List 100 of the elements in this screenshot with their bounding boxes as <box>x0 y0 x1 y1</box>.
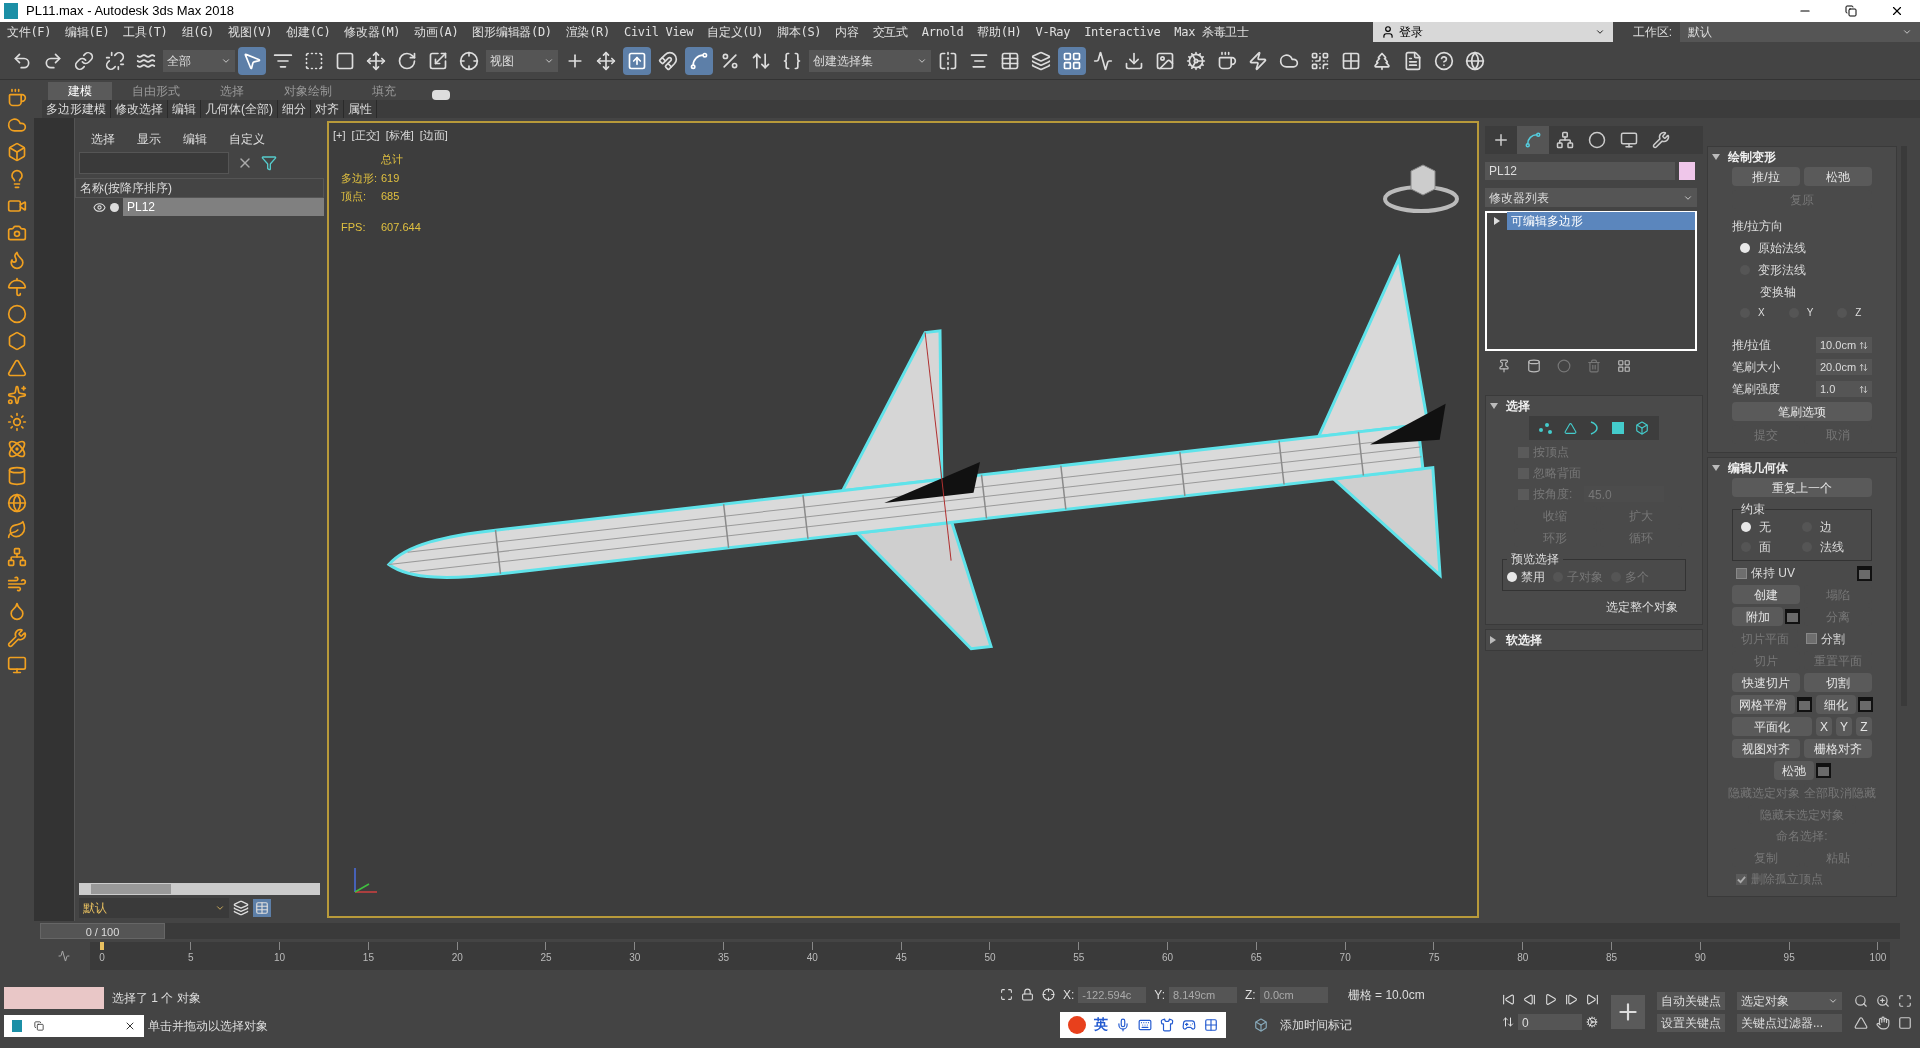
menu-item[interactable]: 编辑(E) <box>58 23 117 41</box>
ribbon-tab[interactable]: 对象绘制 <box>264 82 352 100</box>
settings-icon[interactable] <box>1797 697 1812 712</box>
freeze-icon[interactable] <box>110 202 119 212</box>
radio-button[interactable] <box>1741 522 1751 532</box>
menu-item[interactable]: 修改器(M) <box>337 23 408 41</box>
menu-item[interactable]: 自定义(U) <box>700 23 771 41</box>
menu-item[interactable]: 工具(T) <box>116 23 175 41</box>
spinner-field[interactable]: 1.0 <box>1816 381 1872 397</box>
ime-language[interactable]: 英 <box>1094 1014 1108 1035</box>
toolbar-dropdown[interactable]: 创建选择集 <box>809 49 931 72</box>
viewport-label[interactable]: [标准] <box>385 127 414 144</box>
panel-button[interactable]: 视图对齐 <box>1732 739 1800 758</box>
gamepad-icon[interactable] <box>1182 1017 1196 1032</box>
ribbon-menu-icon[interactable] <box>432 90 450 100</box>
panel-button[interactable]: 创建 <box>1732 585 1800 604</box>
object-color-swatch[interactable] <box>1679 162 1695 180</box>
keyboard-icon[interactable] <box>1138 1017 1152 1032</box>
horizontal-scrollbar[interactable] <box>79 883 320 895</box>
ribbon-tab[interactable]: 自由形式 <box>112 82 200 100</box>
explorer-row[interactable]: PL12 <box>123 198 324 216</box>
time-ruler[interactable]: 0 5 10 15 20 25 30 35 40 45 50 55 60 65 70 75 80 85 90 95 100 <box>90 942 1890 970</box>
go-to-end-icon[interactable] <box>1586 993 1599 1006</box>
wind-icon[interactable] <box>7 574 27 594</box>
settings-icon[interactable] <box>1857 565 1872 581</box>
camera-icon[interactable] <box>7 223 27 243</box>
rollout-title[interactable]: 编辑几何体 <box>1728 459 1788 477</box>
menu-item[interactable]: 动画(A) <box>407 23 466 41</box>
menu-item[interactable]: 组(G) <box>174 23 222 41</box>
viewport[interactable]: [+] [正交] [标准] [边面] 总计 多边形: 619 顶点: 685 FPS: 607.644 <box>327 121 1479 918</box>
mic-icon[interactable] <box>1116 1017 1130 1032</box>
ribbon-tab[interactable]: 选择 <box>200 82 264 100</box>
rollout-title[interactable]: 绘制变形 <box>1728 148 1776 166</box>
collapse-icon[interactable] <box>1490 403 1498 409</box>
menu-item[interactable]: Max 杀毒卫士 <box>1167 23 1256 41</box>
search-field[interactable] <box>79 152 229 174</box>
coord-field[interactable]: -122.594c <box>1078 986 1147 1003</box>
previous-frame-icon[interactable] <box>1523 993 1536 1006</box>
panel-button[interactable]: 细化 <box>1816 695 1856 714</box>
panel-button[interactable]: X <box>1816 717 1832 736</box>
panel-button[interactable]: 栅格对齐 <box>1804 739 1872 758</box>
visibility-icon[interactable] <box>93 200 106 214</box>
maximize-icon[interactable] <box>1898 1015 1912 1030</box>
monitor-icon[interactable] <box>7 655 27 675</box>
viewport-label[interactable]: [边面] <box>419 127 448 144</box>
menu-item[interactable]: Interactive <box>1077 23 1168 41</box>
settings-icon[interactable] <box>1858 697 1873 712</box>
lock-icon[interactable] <box>1021 988 1034 1001</box>
column-header[interactable]: 名称(按降序排序) <box>75 178 324 198</box>
menu-item[interactable]: 创建(C) <box>279 23 338 41</box>
menu-item[interactable]: 图形编辑器(D) <box>465 23 559 41</box>
pin-icon[interactable] <box>1497 359 1511 373</box>
menu-item[interactable]: Arnold <box>914 23 971 41</box>
panel-button[interactable]: Z <box>1856 717 1872 736</box>
go-to-start-icon[interactable] <box>1502 993 1515 1006</box>
flame-icon[interactable] <box>7 250 27 270</box>
collapse-icon[interactable] <box>1712 154 1720 160</box>
spinner-field[interactable]: 10.0cm <box>1816 337 1872 353</box>
workspace-dropdown[interactable]: 默认 <box>1680 22 1920 42</box>
menu-item[interactable]: Civil View <box>616 23 701 41</box>
menu-item[interactable]: 脚本(S) <box>770 23 829 41</box>
checkbox[interactable] <box>1806 633 1817 644</box>
menu-item[interactable]: 帮助(H) <box>970 23 1029 41</box>
panel-button[interactable]: 网格平滑 <box>1731 695 1795 714</box>
leaf-icon[interactable] <box>7 520 27 540</box>
panel-button[interactable]: 平面化 <box>1732 717 1812 736</box>
key-mode-dropdown[interactable]: 选定对象 <box>1737 991 1842 1010</box>
wrench-icon[interactable] <box>7 628 27 648</box>
sparkle-icon[interactable] <box>7 385 27 405</box>
atom-icon[interactable] <box>7 439 27 459</box>
explorer-menu-item[interactable]: 编辑 <box>183 130 207 148</box>
spinner-field[interactable]: 20.0cm <box>1816 359 1872 375</box>
expand-icon[interactable] <box>1490 636 1498 644</box>
explorer-menu-item[interactable]: 选择 <box>91 130 115 148</box>
umbrella-icon[interactable] <box>7 277 27 297</box>
explorer-menu-item[interactable]: 显示 <box>137 130 161 148</box>
panel-button[interactable]: Y <box>1836 717 1852 736</box>
vertex-icon[interactable] <box>1537 420 1555 436</box>
frame-field[interactable]: 0 <box>1518 1014 1582 1030</box>
settings-icon[interactable] <box>1785 609 1800 624</box>
script-listener-field[interactable] <box>4 986 104 1009</box>
select-icon[interactable] <box>238 46 266 75</box>
radio-button[interactable] <box>1507 572 1517 582</box>
collapse-icon[interactable] <box>1712 465 1720 471</box>
settings-icon[interactable] <box>1815 763 1831 778</box>
viewport-label[interactable]: [正交] <box>351 127 380 144</box>
explorer-menu-item[interactable]: 自定义 <box>229 130 265 148</box>
shirt-icon[interactable] <box>1160 1017 1174 1032</box>
rollout-title[interactable]: 选择 <box>1506 397 1530 415</box>
coord-field[interactable]: 0.0cm <box>1259 986 1328 1003</box>
next-frame-icon[interactable] <box>1565 993 1578 1006</box>
ime-toolbar[interactable]: 英 <box>1060 1011 1226 1038</box>
menu-item[interactable]: 渲染(R) <box>558 23 617 41</box>
grid-icon[interactable] <box>1204 1017 1218 1032</box>
sphere-icon[interactable] <box>7 304 27 324</box>
panel-button[interactable]: 附加 <box>1732 607 1783 626</box>
sun-icon[interactable] <box>7 412 27 432</box>
panel-button[interactable]: 重复上一个 <box>1732 478 1872 497</box>
panel-button[interactable]: 松弛 <box>1804 167 1872 186</box>
key-filters-button[interactable]: 关键点过滤器... <box>1737 1013 1842 1032</box>
